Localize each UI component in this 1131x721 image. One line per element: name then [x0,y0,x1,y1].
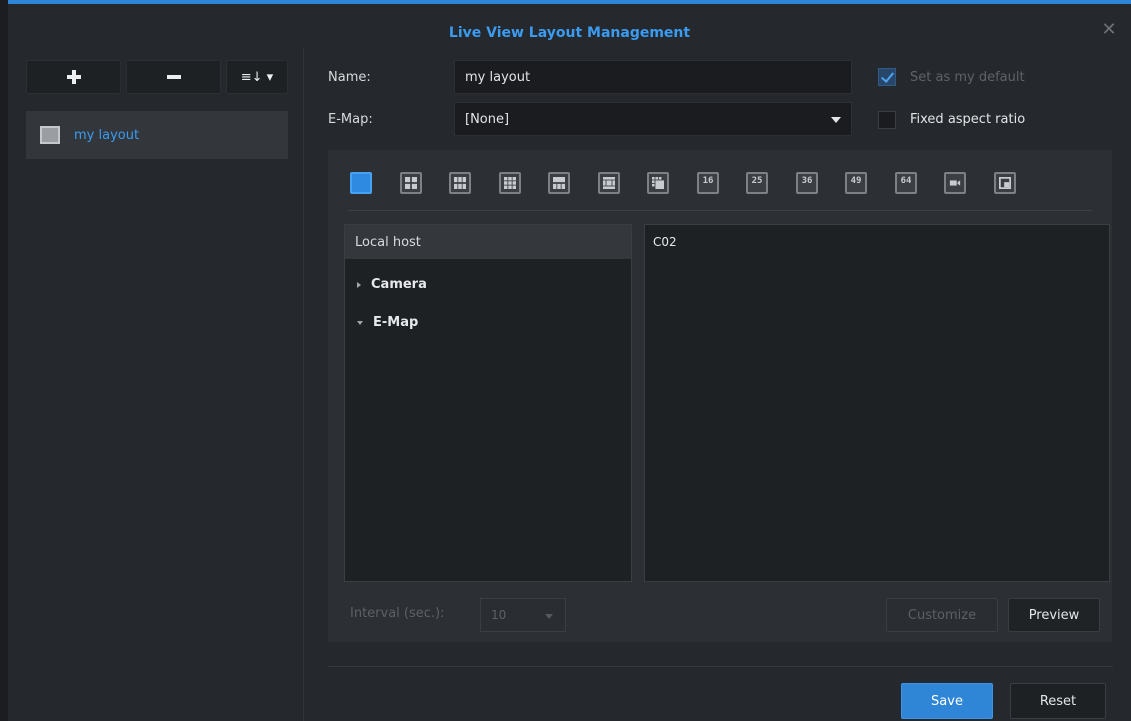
layout-49-label: 49 [850,176,862,186]
footer-divider [328,666,1113,667]
customize-button[interactable]: Customize [886,598,998,632]
tree-node-emap[interactable]: E-Map [357,315,418,330]
interval-value: 10 [491,608,507,622]
layout-36-icon[interactable]: 36 [796,172,818,194]
layout-10-icon[interactable] [598,172,620,194]
default-checkbox-label: Set as my default [910,70,1025,85]
close-icon[interactable]: ✕ [1101,21,1117,39]
grid-13-graphic [652,177,664,189]
layout-item-label: my layout [74,127,140,143]
interval-select[interactable]: 10 [480,598,566,632]
layout-25-label: 25 [751,176,763,186]
layout-1-icon[interactable] [350,172,372,194]
reset-button[interactable]: Reset [1010,683,1106,719]
dialog-title: Live View Layout Management [448,25,691,41]
plus-icon [66,70,81,84]
emap-select[interactable]: [None] [454,102,852,136]
default-checkbox[interactable] [878,68,896,86]
layout-64-label: 64 [900,176,912,186]
cell-label: C02 [653,235,677,249]
layout-6-icon[interactable] [449,172,471,194]
layout-13-icon[interactable] [647,172,669,194]
custom-graphic [999,177,1011,189]
preview-button[interactable]: Preview [1008,598,1100,632]
grid-9b-graphic [553,177,565,189]
layout-editor-panel: 16 25 36 49 64 Local host Camera E-Map C… [328,150,1112,642]
layout-4-icon[interactable] [400,172,422,194]
sort-menu-button[interactable]: ≡↓ ▾ [226,60,288,94]
save-button[interactable]: Save [901,683,993,719]
chevron-down-icon [545,614,553,619]
emap-label: E-Map: [328,112,373,127]
layout-16-label: 16 [702,176,714,186]
layout-list-item[interactable]: my layout [26,111,288,159]
grid-4-graphic [405,177,417,189]
layout-preview[interactable]: C02 [644,224,1110,582]
add-layout-button[interactable] [26,60,121,94]
layout-49-icon[interactable]: 49 [845,172,867,194]
minus-icon [166,75,181,79]
name-label: Name: [328,70,371,85]
grid-9-graphic [504,177,516,189]
tree-node-label: E-Map [373,315,419,330]
interval-label: Interval (sec.): [350,606,445,621]
chevron-down-icon [831,117,841,123]
tree-node-label: Camera [371,277,427,292]
sort-menu-icon: ≡↓ ▾ [240,69,274,85]
layout-list-panel: ≡↓ ▾ my layout [8,48,304,721]
layout-management-dialog: Live View Layout Management ✕ ≡↓ ▾ my la… [8,0,1131,721]
camera-layout-icon[interactable] [944,172,966,194]
grid-6-graphic [454,177,466,189]
collapse-icon [357,320,363,325]
expand-icon [357,281,361,288]
custom-layout-icon[interactable] [994,172,1016,194]
emap-select-value: [None] [465,111,510,127]
name-input[interactable]: my layout [454,60,852,94]
tree-node-camera[interactable]: Camera [357,277,427,292]
layout-9-icon[interactable] [548,172,570,194]
title-bar: Live View Layout Management ✕ [8,4,1131,48]
camera-graphic [949,180,961,186]
grid-10-graphic [603,177,615,189]
layout-25-icon[interactable]: 25 [746,172,768,194]
layout-8-icon[interactable] [499,172,521,194]
remove-layout-button[interactable] [126,60,221,94]
aspect-ratio-label: Fixed aspect ratio [910,112,1026,127]
layout-36-label: 36 [801,176,813,186]
layout-icon [40,126,60,144]
layout-64-icon[interactable]: 64 [895,172,917,194]
layout-16-icon[interactable]: 16 [697,172,719,194]
resource-tree: Local host Camera E-Map [344,224,632,582]
tree-header: Local host [345,225,631,259]
toolbar-divider [348,210,1092,211]
aspect-ratio-checkbox[interactable] [878,111,896,129]
